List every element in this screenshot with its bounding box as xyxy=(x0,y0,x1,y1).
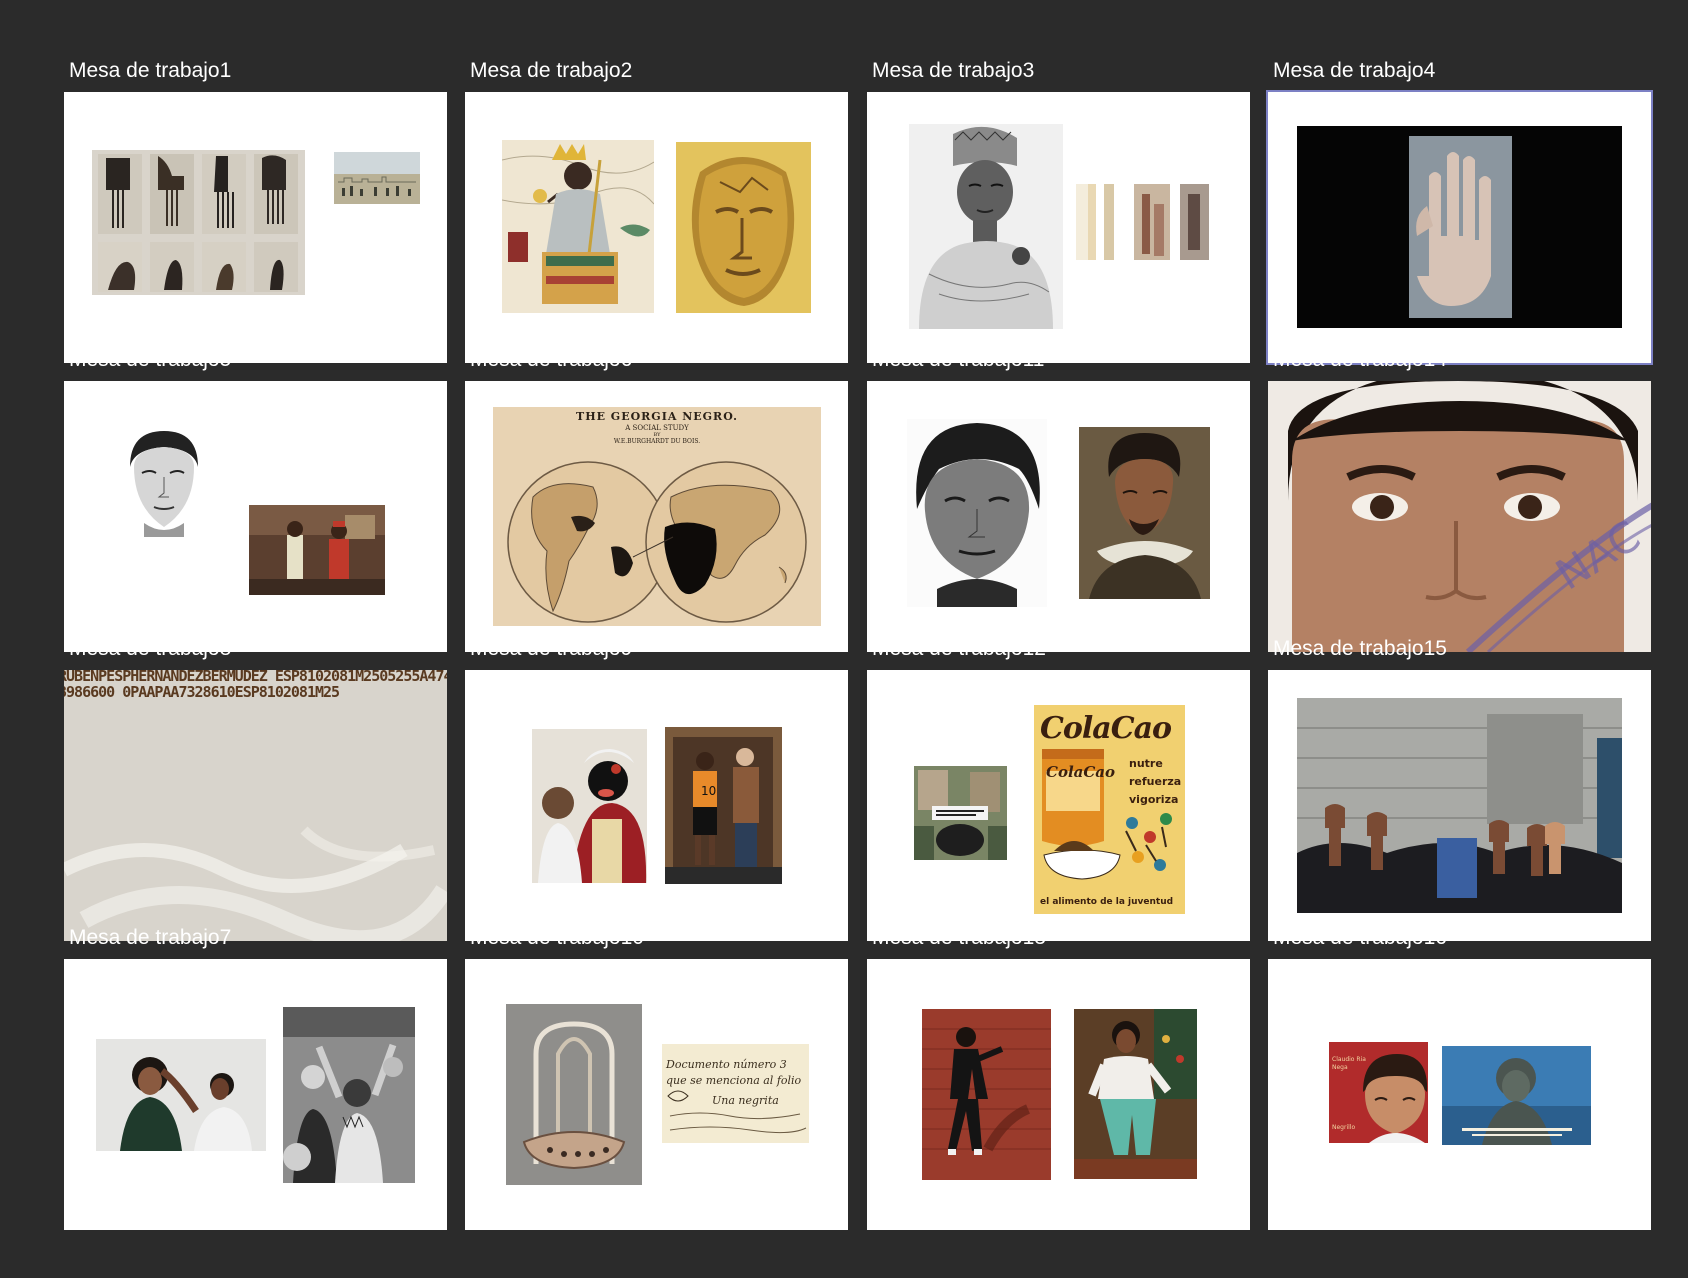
artboard-16[interactable]: Mesa de trabajo16 Claudio Ria Nega Negri… xyxy=(1268,926,1651,1230)
boy-face-closeup: NAC xyxy=(1268,381,1651,652)
artboard-canvas xyxy=(867,92,1250,363)
tv-scene xyxy=(249,505,385,595)
artboard-canvas: ColaCao ColaCao nutre refuerza vigoriza … xyxy=(867,670,1250,941)
colacao-line-2: refuerza xyxy=(1129,775,1182,788)
artboard-7[interactable]: Mesa de trabajo11 xyxy=(867,348,1250,652)
artboard-canvas xyxy=(1266,90,1653,365)
colacao-line-1: nutre xyxy=(1129,757,1163,770)
artboard-label[interactable]: Mesa de trabajo3 xyxy=(872,58,1034,84)
svg-text:10: 10 xyxy=(701,784,716,798)
video-frame xyxy=(1297,126,1622,328)
map-title: THE GEORGIA NEGRO. xyxy=(576,410,738,423)
artboard-canvas xyxy=(867,959,1250,1230)
raised-fists-photo xyxy=(1297,698,1622,913)
artboard-label[interactable]: Mesa de trabajo16 xyxy=(1273,925,1447,951)
artboard-canvas xyxy=(64,92,447,363)
artboard-label[interactable]: Mesa de trabajo1 xyxy=(69,58,231,84)
interior-strips xyxy=(1076,184,1209,260)
artboard-4[interactable]: Mesa de trabajo4 xyxy=(1266,59,1653,365)
colacao-ad: ColaCao ColaCao nutre refuerza vigoriza … xyxy=(1034,705,1185,914)
artboard-canvas xyxy=(465,92,848,363)
artboard-canvas: Claudio Ria Nega Negrillo xyxy=(1268,959,1651,1230)
artboard-label[interactable]: Mesa de trabajo2 xyxy=(470,58,632,84)
artboard-10[interactable]: Mesa de trabajo9 10 xyxy=(465,637,848,941)
artboard-label[interactable]: Mesa de trabajo8 xyxy=(69,636,231,662)
artboard-11[interactable]: Mesa de trabajo12 ColaCao ColaCao nutre … xyxy=(867,637,1250,941)
juan-pareja-painting xyxy=(1079,427,1210,599)
artboard-14[interactable]: Mesa de trabajo10 Documento número 3 que… xyxy=(465,926,848,1230)
artboard-1[interactable]: Mesa de trabajo1 xyxy=(64,59,447,363)
bronze-statue-photo xyxy=(1442,1046,1591,1145)
artboard-2[interactable]: Mesa de trabajo2 xyxy=(465,59,848,363)
artboard-label[interactable]: Mesa de trabajo10 xyxy=(470,925,644,951)
artboard-canvas: 10 xyxy=(465,670,848,941)
album-name: Negrillo xyxy=(1332,1124,1356,1131)
colacao-can-label: ColaCao xyxy=(1046,763,1116,781)
artboard-8[interactable]: Mesa de trabajo14 NAC xyxy=(1268,348,1651,652)
negrillo-album-cover: Claudio Ria Nega Negrillo xyxy=(1329,1042,1428,1143)
artboard-3[interactable]: Mesa de trabajo3 xyxy=(867,59,1250,363)
two-men-photo xyxy=(96,1039,266,1151)
colacao-line-3: vigoriza xyxy=(1129,793,1179,806)
artboard-label[interactable]: Mesa de trabajo5 xyxy=(69,347,231,373)
artboard-canvas: NAC xyxy=(1268,381,1651,652)
artboard-canvas xyxy=(1268,670,1651,941)
artboard-canvas: THE GEORGIA NEGRO. A SOCIAL STUDY BY W.E… xyxy=(465,381,848,652)
artboard-label[interactable]: Mesa de trabajo11 xyxy=(872,347,1044,373)
iron-mask-photo xyxy=(506,1004,642,1185)
artboard-12[interactable]: Mesa de trabajo15 xyxy=(1268,637,1651,941)
artboard-label[interactable]: Mesa de trabajo13 xyxy=(872,925,1046,951)
artboard-canvas: Documento número 3 que se menciona al fo… xyxy=(465,959,848,1230)
artboard-6[interactable]: Mesa de trabajo6 THE GEORGIA NEGRO. A SO… xyxy=(465,348,848,652)
girl-dancing-photo xyxy=(1074,1009,1197,1179)
album-title: Claudio Ria Nega xyxy=(1332,1056,1366,1071)
border-newspaper-photo xyxy=(914,766,1007,860)
athletes-photo: 10 xyxy=(665,727,782,884)
artboard-canvas xyxy=(867,381,1250,652)
artboard-label[interactable]: Mesa de trabajo6 xyxy=(470,347,632,373)
artboard-label[interactable]: Mesa de trabajo14 xyxy=(1273,347,1447,373)
blackface-photo xyxy=(532,729,647,883)
artboard-canvas: RUBENPESPHERNANDEZBERMUDEZ ESP8102081M25… xyxy=(64,670,447,941)
landscape-print xyxy=(334,152,420,204)
artboard-label[interactable]: Mesa de trabajo4 xyxy=(1273,58,1435,84)
boy-sketch xyxy=(122,427,204,537)
artboard-canvas xyxy=(64,381,447,652)
artboard-label[interactable]: Mesa de trabajo7 xyxy=(69,925,231,951)
mansa-musa-map xyxy=(502,140,654,313)
colacao-brand: ColaCao xyxy=(1040,711,1172,746)
artboard-13[interactable]: Mesa de trabajo7 xyxy=(64,926,447,1230)
map-subtitle: A SOCIAL STUDY xyxy=(625,424,689,432)
queen-engraving xyxy=(909,124,1063,329)
artboard-5[interactable]: Mesa de trabajo5 xyxy=(64,348,447,652)
id-code-texture: RUBENPESPHERNANDEZBERMUDEZ ESP8102081M25… xyxy=(64,670,447,941)
golden-mask xyxy=(676,142,811,313)
artboard-9[interactable]: Mesa de trabajo8 RUBENPESPHERNANDEZBERMU… xyxy=(64,637,447,941)
artboard-label[interactable]: Mesa de trabajo12 xyxy=(872,636,1046,662)
artboard-label[interactable]: Mesa de trabajo15 xyxy=(1273,636,1447,662)
combs-photo xyxy=(92,150,305,295)
dancer-brick-photo xyxy=(922,1009,1051,1180)
colacao-footer: el alimento de la juventud xyxy=(1040,897,1174,907)
manuscript-doc: Documento número 3 que se menciona al fo… xyxy=(662,1044,809,1143)
map-author: W.E.BURGHARDT DU BOIS. xyxy=(613,438,701,445)
artboard-15[interactable]: Mesa de trabajo13 xyxy=(867,926,1250,1230)
parliament-photo xyxy=(283,1007,415,1183)
woman-portrait xyxy=(907,419,1047,607)
artboard-label[interactable]: Mesa de trabajo9 xyxy=(470,636,632,662)
georgia-negro-map: THE GEORGIA NEGRO. A SOCIAL STUDY BY W.E… xyxy=(493,407,821,626)
artboard-canvas xyxy=(64,959,447,1230)
